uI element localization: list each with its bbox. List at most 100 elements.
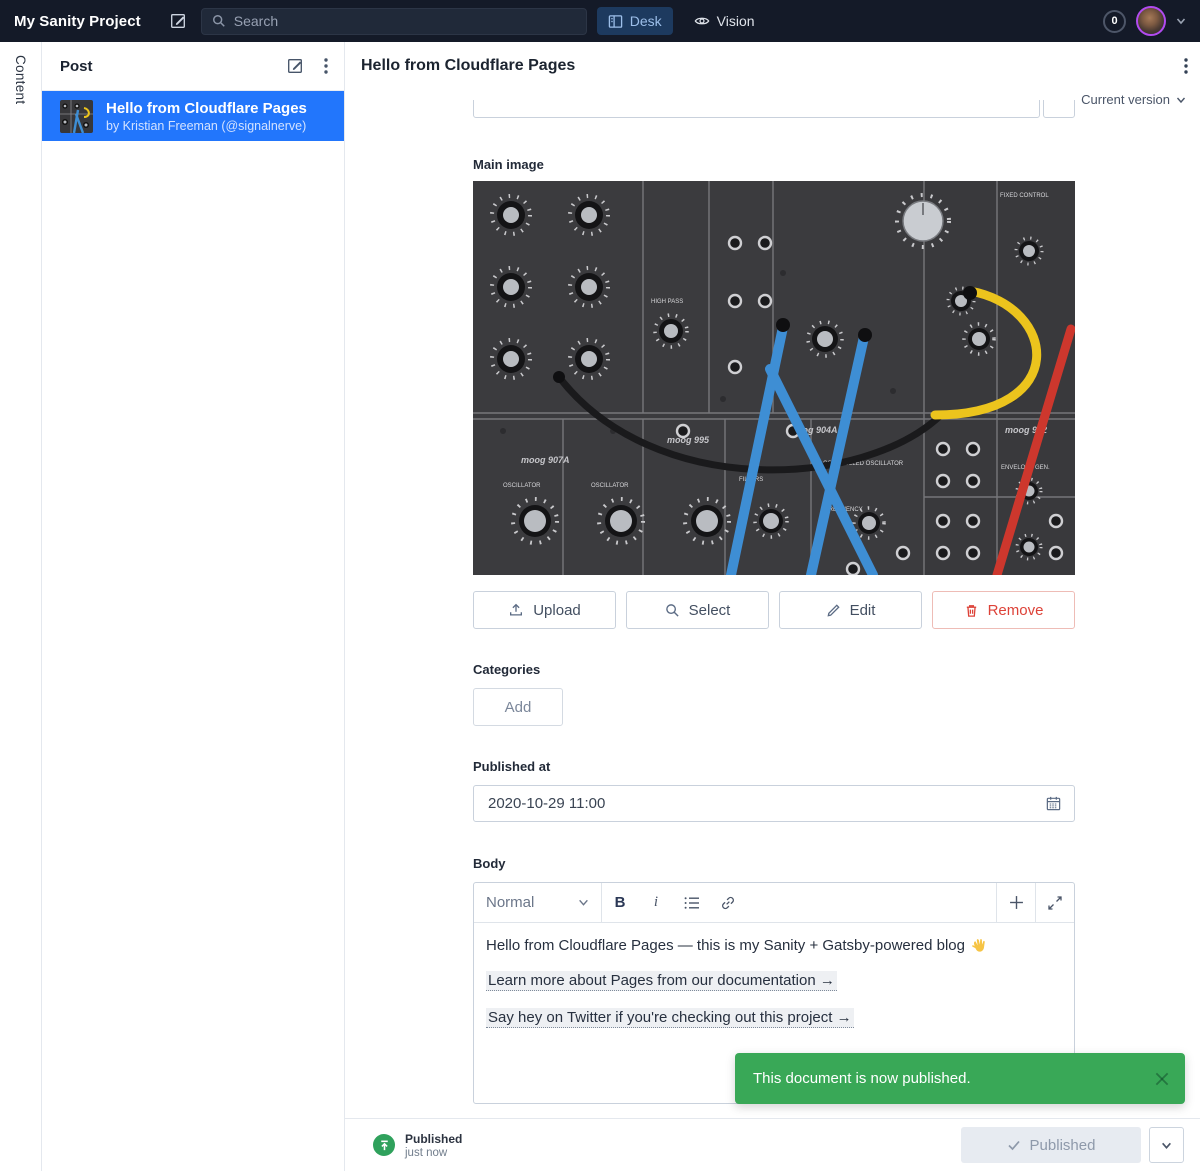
field-label-body: Body: [473, 856, 1075, 871]
waving-hand-emoji: [970, 937, 987, 954]
top-navbar: My Sanity Project Search Desk Vision 0: [0, 0, 1200, 42]
search-input[interactable]: Search: [201, 8, 587, 35]
bullet-list-icon: [684, 896, 700, 910]
edit-button[interactable]: Edit: [779, 591, 922, 629]
published-status-icon: [373, 1134, 395, 1156]
content-rail-label[interactable]: Content: [13, 55, 28, 104]
body-editor-content[interactable]: Hello from Cloudflare Pages — this is my…: [474, 923, 1074, 1059]
svg-text:OSCILLATOR: OSCILLATOR: [503, 483, 541, 489]
new-document-button[interactable]: [169, 12, 187, 30]
search-icon: [665, 603, 680, 618]
trash-icon: [964, 603, 979, 618]
link-button[interactable]: [710, 883, 746, 922]
document-title: Hello from Cloudflare Pages: [361, 57, 575, 75]
toast-close-button[interactable]: [1153, 1070, 1171, 1088]
publish-button-label: Published: [1030, 1137, 1096, 1154]
image-actions: Upload Select Edit Remove: [473, 591, 1075, 629]
chevron-down-icon[interactable]: [1176, 16, 1186, 26]
avatar[interactable]: [1136, 6, 1166, 36]
field-label-categories: Categories: [473, 662, 1075, 677]
field-label-main-image: Main image: [473, 157, 1075, 172]
pane-menu-button[interactable]: [322, 56, 330, 76]
slug-generate-button[interactable]: [1043, 100, 1075, 118]
notifications-badge[interactable]: 0: [1103, 10, 1126, 33]
calendar-icon[interactable]: [1045, 795, 1062, 812]
search-icon: [212, 14, 226, 28]
fullscreen-button[interactable]: [1035, 883, 1074, 922]
upload-label: Upload: [533, 602, 581, 619]
document-form: Main image: [345, 90, 1200, 1118]
document-header: Hello from Cloudflare Pages: [345, 42, 1200, 90]
body-paragraph: Learn more about Pages from our document…: [486, 971, 1062, 991]
link-icon: [720, 895, 736, 911]
chevron-down-icon: [578, 897, 589, 908]
select-button[interactable]: Select: [626, 591, 769, 629]
body-link-documentation[interactable]: Learn more about Pages from our document…: [486, 971, 837, 991]
sanity-studio: My Sanity Project Search Desk Vision 0 C…: [0, 0, 1200, 1171]
publish-menu-button[interactable]: [1149, 1127, 1184, 1163]
body-paragraph: Say hey on Twitter if you're checking ou…: [486, 1008, 1062, 1028]
document-editor-panel: Hello from Cloudflare Pages Current vers…: [345, 42, 1200, 1171]
document-list-item[interactable]: Hello from Cloudflare Pages by Kristian …: [42, 91, 344, 141]
body-paragraph-text: Hello from Cloudflare Pages — this is my…: [486, 937, 965, 954]
document-list-pane: Post Hello from Cloudflare Pages by Kris…: [42, 42, 345, 1171]
compose-icon: [286, 57, 304, 75]
tab-desk-label: Desk: [630, 13, 662, 29]
body-paragraph: Hello from Cloudflare Pages — this is my…: [486, 937, 1062, 954]
document-thumbnail: [60, 100, 93, 133]
close-icon: [1153, 1070, 1171, 1088]
toast-message: This document is now published.: [753, 1070, 971, 1087]
bullet-list-button[interactable]: [674, 883, 710, 922]
tab-desk[interactable]: Desk: [597, 7, 673, 35]
eye-icon: [694, 13, 710, 29]
insert-block-button[interactable]: [996, 883, 1035, 922]
check-icon: [1007, 1138, 1021, 1152]
content-rail: Content: [0, 42, 42, 1171]
expand-icon: [1048, 896, 1062, 910]
tab-vision[interactable]: Vision: [683, 7, 766, 35]
svg-text:HIGH PASS: HIGH PASS: [651, 299, 683, 305]
compose-button[interactable]: [284, 55, 306, 77]
bold-button[interactable]: B: [602, 883, 638, 922]
italic-button[interactable]: i: [638, 883, 674, 922]
chevron-down-icon: [1161, 1140, 1172, 1151]
desk-icon: [608, 14, 623, 29]
navbar-right: 0: [1103, 6, 1186, 36]
plus-icon: [1009, 895, 1024, 910]
kebab-menu-icon: [324, 58, 328, 74]
editor-toolbar: Normal B i: [474, 883, 1074, 923]
publish-status-time: just now: [405, 1147, 462, 1159]
slug-input[interactable]: [473, 100, 1040, 118]
field-label-published-at: Published at: [473, 759, 1075, 774]
style-select[interactable]: Normal: [474, 883, 602, 922]
document-item-title: Hello from Cloudflare Pages: [106, 100, 307, 117]
toolbar-spacer: [746, 883, 996, 922]
kebab-menu-icon: [1184, 58, 1188, 74]
publish-status-title: Published: [405, 1132, 462, 1146]
pane-title: Post: [60, 58, 93, 75]
svg-text:OSCILLATOR: OSCILLATOR: [591, 483, 629, 489]
style-select-value: Normal: [486, 894, 534, 911]
add-category-button[interactable]: Add: [473, 688, 563, 726]
remove-label: Remove: [988, 602, 1044, 619]
pencil-icon: [826, 603, 841, 618]
main-image-preview[interactable]: moog 907Amoog 995 moog 904Amoog 902 HIGH…: [473, 181, 1075, 575]
synthesizer-photo: moog 907Amoog 995 moog 904Amoog 902 HIGH…: [473, 181, 1075, 575]
upload-button[interactable]: Upload: [473, 591, 616, 629]
document-footer: Published just now Published: [345, 1118, 1200, 1171]
svg-text:FIXED CONTROL: FIXED CONTROL: [1000, 193, 1049, 199]
search-placeholder: Search: [234, 13, 278, 29]
publish-button[interactable]: Published: [961, 1127, 1141, 1163]
body-link-twitter[interactable]: Say hey on Twitter if you're checking ou…: [486, 1008, 854, 1028]
pane-header: Post: [42, 42, 344, 91]
edit-label: Edit: [850, 602, 876, 619]
publish-toast: This document is now published.: [735, 1053, 1185, 1104]
document-item-subtitle: by Kristian Freeman (@signalnerve): [106, 119, 307, 133]
select-label: Select: [689, 602, 731, 619]
document-menu-button[interactable]: [1182, 56, 1190, 76]
published-at-input[interactable]: 2020-10-29 11:00: [473, 785, 1075, 822]
tab-vision-label: Vision: [717, 13, 755, 29]
svg-text:moog 995: moog 995: [667, 435, 710, 445]
svg-text:moog 907A: moog 907A: [521, 455, 570, 465]
remove-button[interactable]: Remove: [932, 591, 1075, 629]
